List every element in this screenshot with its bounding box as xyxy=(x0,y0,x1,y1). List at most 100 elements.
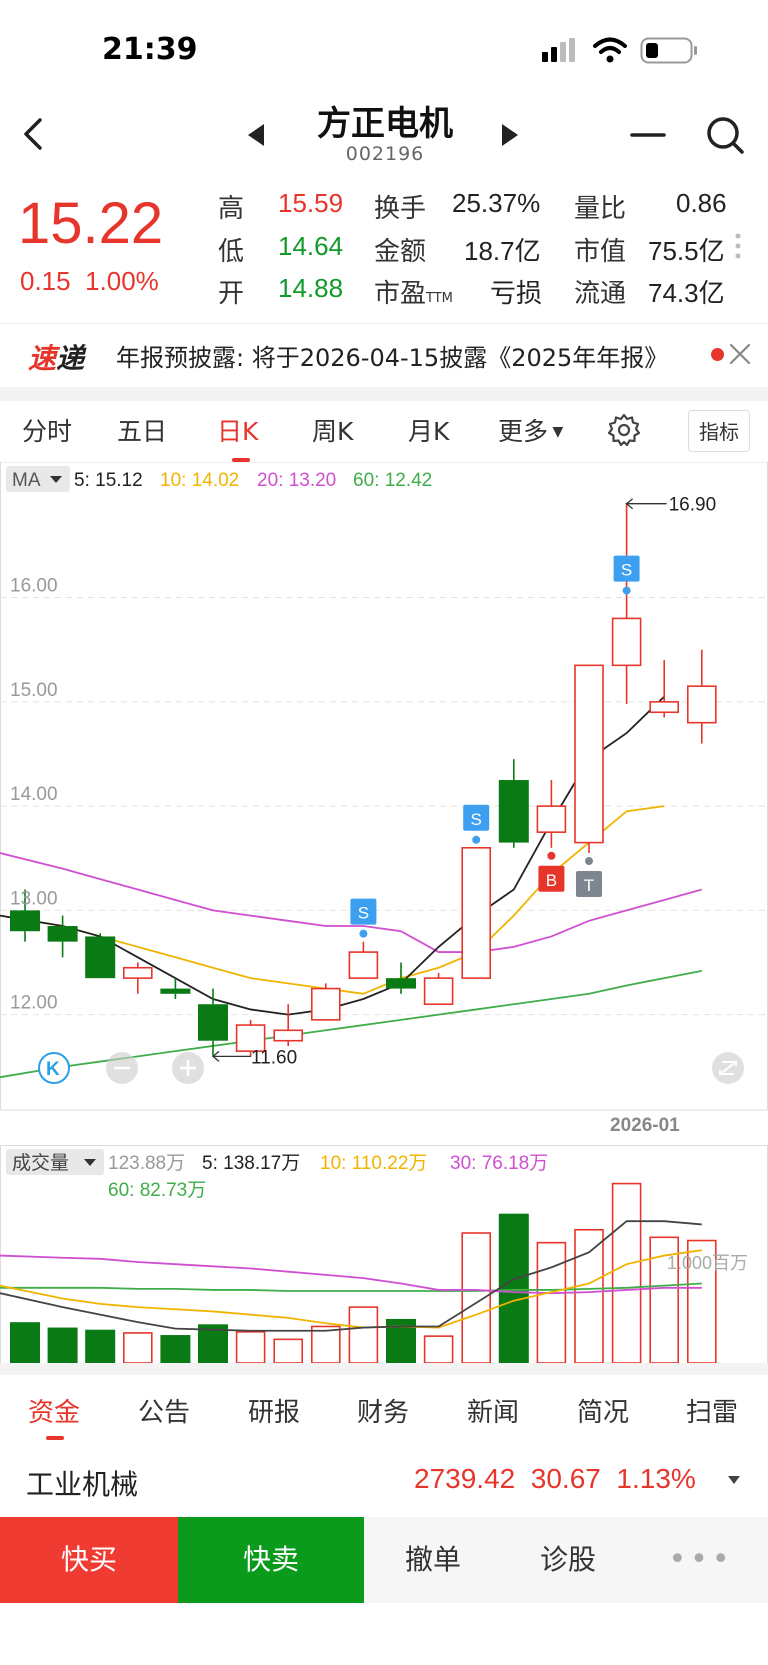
volume-bar xyxy=(461,1232,492,1363)
volume-current: 123.88万 xyxy=(108,1153,185,1174)
cancel-order-button[interactable]: 撤单 xyxy=(364,1517,503,1603)
cellular-signal-icon xyxy=(542,38,575,62)
volume-bar xyxy=(611,1182,642,1363)
unread-dot-icon xyxy=(711,348,724,361)
volume-bar xyxy=(273,1338,304,1363)
volume-selector-label: 成交量 xyxy=(12,1152,69,1174)
candlestick xyxy=(498,759,529,848)
indicator-button[interactable]: 指标 xyxy=(688,410,750,452)
stat-value-market-cap: 75.5亿 xyxy=(648,236,725,266)
tab-more-label: 更多 xyxy=(498,417,549,446)
k-logo-icon[interactable]: K xyxy=(38,1052,70,1084)
volume-bar xyxy=(123,1332,153,1363)
candlestick xyxy=(574,664,604,854)
stock-code: 002196 xyxy=(345,143,425,165)
stat-label-open: 开 xyxy=(218,279,245,309)
tab-funds[interactable]: 资金 xyxy=(28,1392,80,1429)
volume-bar xyxy=(574,1228,604,1363)
close-icon[interactable] xyxy=(728,342,752,366)
tab-financials[interactable]: 财务 xyxy=(357,1392,409,1429)
price-axis-label: 13.00 xyxy=(10,888,58,909)
ma20-legend: 20: 13.20 xyxy=(257,470,336,491)
signal-badge: B xyxy=(538,851,565,892)
candlestick xyxy=(386,962,416,994)
search-button[interactable] xyxy=(702,112,748,158)
volume-chart[interactable]: 成交量 123.88万 5: 138.17万 10: 110.22万 30: 7… xyxy=(0,1145,768,1363)
tab-monthly-k[interactable]: 月K xyxy=(408,412,449,448)
candlestick xyxy=(423,972,454,1006)
volume-bar xyxy=(498,1213,529,1363)
wifi-icon xyxy=(593,37,627,63)
zoom-in-button[interactable] xyxy=(172,1052,204,1084)
caret-down-icon[interactable] xyxy=(728,1476,740,1484)
more-actions-button[interactable]: ••• xyxy=(634,1517,768,1603)
tab-weekly-k[interactable]: 周K xyxy=(312,412,353,448)
tab-more[interactable]: 更多 ▼ xyxy=(498,412,563,448)
diagnose-stock-button[interactable]: 诊股 xyxy=(502,1517,635,1603)
candlestick xyxy=(461,847,492,979)
volume-bar xyxy=(348,1306,379,1363)
stat-label-volume-ratio: 量比 xyxy=(574,194,627,224)
chevron-down-icon: ▼ xyxy=(548,424,564,440)
active-tab-indicator xyxy=(46,1436,64,1440)
remove-watchlist-button[interactable] xyxy=(628,115,668,155)
price-change: 0.15 1.00% xyxy=(20,266,159,297)
tab-daily-k[interactable]: 日K xyxy=(217,412,258,448)
ma5-legend: 5: 15.12 xyxy=(74,470,143,491)
back-button[interactable] xyxy=(12,112,56,156)
stat-value-pe: 亏损 xyxy=(490,278,543,308)
candlestick xyxy=(611,503,642,704)
high-annotation: 16.90 xyxy=(625,495,716,516)
low-value: 11.60 xyxy=(251,1047,297,1068)
volume-bar xyxy=(423,1335,454,1363)
quick-buy-button[interactable]: 快买 xyxy=(0,1517,178,1603)
signal-label: T xyxy=(584,876,594,895)
volume-bar xyxy=(386,1318,416,1363)
fullscreen-icon[interactable] xyxy=(712,1052,744,1084)
zoom-out-button[interactable] xyxy=(106,1052,138,1084)
ma-selector-label: MA xyxy=(12,470,41,491)
signal-label: S xyxy=(621,561,632,580)
candlestick xyxy=(348,941,379,979)
next-stock-button[interactable] xyxy=(496,122,522,148)
volume-bar xyxy=(85,1329,116,1363)
news-logo-part-b: 递 xyxy=(56,342,85,375)
date-axis-label: 2026-01 xyxy=(610,1115,680,1136)
change-percent: 1.00% xyxy=(85,266,159,296)
stat-value-float-cap: 74.3亿 xyxy=(648,278,725,308)
section-divider xyxy=(0,1363,768,1375)
tab-risk-scan[interactable]: 扫雷 xyxy=(686,1392,738,1429)
kline-chart[interactable]: S S S B T MA 5: 15.12 10: 14.02 20: 13.20 60… xyxy=(0,462,768,1112)
tab-five-day[interactable]: 五日 xyxy=(117,412,167,448)
stat-label-market-cap: 市值 xyxy=(574,237,627,267)
candlestick xyxy=(160,978,191,1000)
stat-value-turnover: 25.37% xyxy=(452,188,541,218)
news-logo-part-a: 速 xyxy=(28,342,57,375)
change-value: 0.15 xyxy=(20,266,71,296)
chart-settings-button[interactable] xyxy=(606,412,642,448)
volume-bar xyxy=(536,1241,567,1363)
ma60-line xyxy=(0,969,702,1079)
pe-ttm-label: TTM xyxy=(426,291,453,306)
signal-label: B xyxy=(546,871,557,890)
previous-stock-button[interactable] xyxy=(244,122,270,148)
candlestick xyxy=(310,983,341,1021)
sector-name[interactable]: 工业机械 xyxy=(26,1463,138,1503)
tab-profile[interactable]: 简况 xyxy=(577,1392,629,1429)
candlestick xyxy=(198,988,228,1057)
clock: 21:39 xyxy=(102,32,198,67)
news-text[interactable]: 年报预披露: 将于2026-04-15披露《2025年年报》 xyxy=(116,338,668,373)
signal-label: S xyxy=(358,904,369,923)
tab-research[interactable]: 研报 xyxy=(248,1392,300,1429)
tab-announcements[interactable]: 公告 xyxy=(138,1392,190,1429)
stat-label-low: 低 xyxy=(218,237,245,267)
stat-value-high: 15.59 xyxy=(278,188,344,218)
stat-label-high: 高 xyxy=(218,194,245,224)
more-stats-icon[interactable] xyxy=(734,232,742,260)
tab-news[interactable]: 新闻 xyxy=(467,1392,519,1429)
price-axis-label: 15.00 xyxy=(10,680,58,701)
volume-bar xyxy=(310,1325,341,1363)
quick-sell-button[interactable]: 快卖 xyxy=(178,1517,364,1603)
tab-intraday[interactable]: 分时 xyxy=(22,412,72,448)
battery-icon xyxy=(640,37,697,64)
